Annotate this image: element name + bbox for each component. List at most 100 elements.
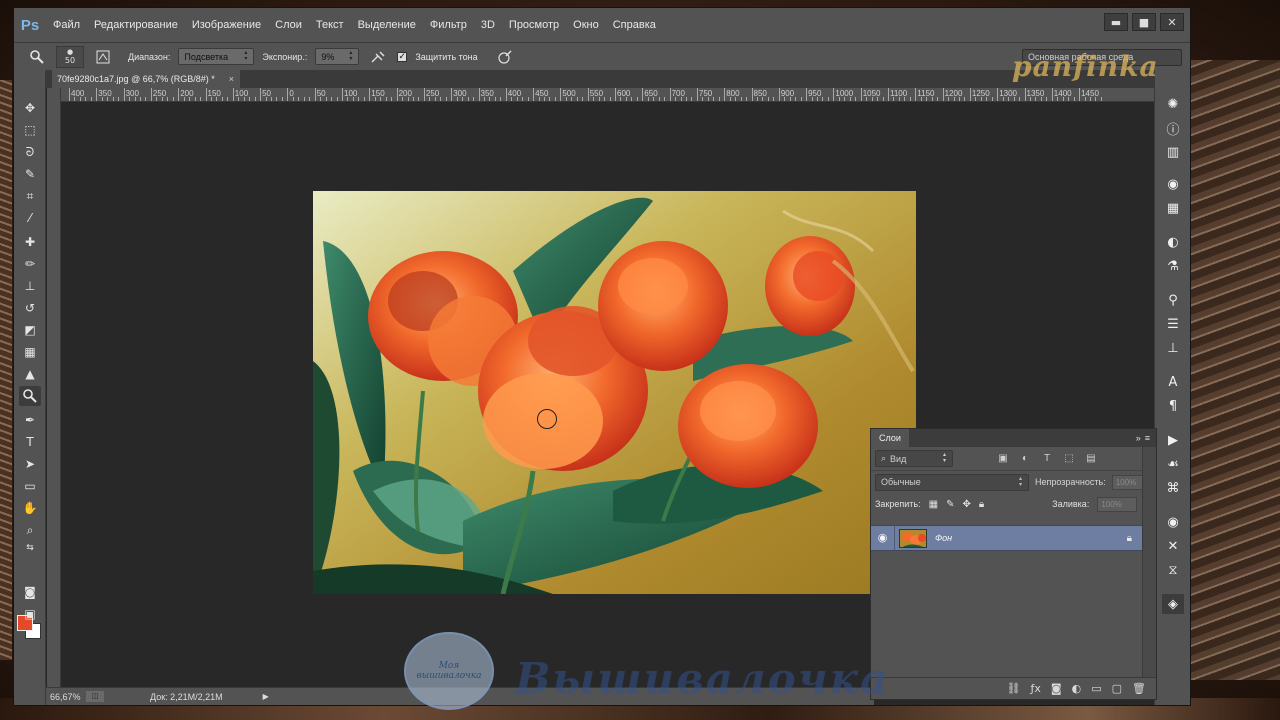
color-wheel-icon[interactable]: ✺ <box>1162 94 1184 114</box>
zoom-tool-icon[interactable]: ⌕ <box>19 520 41 540</box>
layers-panel-icon[interactable]: ◈ <box>1162 594 1184 614</box>
menu-layers[interactable]: Слои <box>268 8 309 42</box>
delete-layer-icon[interactable]: 🗑︎ <box>1132 682 1146 695</box>
smart-object-filter-icon[interactable]: ▤ <box>1085 453 1097 465</box>
visibility-eye-icon[interactable]: ◉ <box>871 526 895 550</box>
range-select[interactable]: Подсветка <box>178 48 255 65</box>
pixel-filter-icon[interactable]: ▣ <box>997 453 1009 465</box>
status-menu-arrow-icon[interactable]: ▶ <box>263 692 269 701</box>
collapse-panel-icon[interactable]: » <box>1136 433 1141 443</box>
menu-file[interactable]: Файл <box>46 8 87 42</box>
navigator-icon[interactable]: ◉ <box>1162 174 1184 194</box>
quick-selection-tool-icon[interactable]: ✎ <box>19 164 41 184</box>
menu-view[interactable]: Просмотр <box>502 8 566 42</box>
swatches-icon[interactable]: ▦ <box>1162 198 1184 218</box>
new-adjustment-layer-icon[interactable]: ◐ <box>1072 682 1082 695</box>
lock-position-icon[interactable]: ✥ <box>962 499 970 510</box>
gradient-tool-icon[interactable]: ▦ <box>19 342 41 362</box>
actions-icon[interactable]: ▶ <box>1162 430 1184 450</box>
properties-icon[interactable]: ✕ <box>1162 536 1184 556</box>
eyedropper-tool-icon[interactable]: ⁄ <box>19 208 41 228</box>
lock-transparent-icon[interactable]: ▦ <box>929 499 938 510</box>
protect-tones-checkbox[interactable]: ✓ <box>397 51 408 62</box>
brush-panel-toggle-icon[interactable] <box>92 47 114 67</box>
layer-name[interactable]: Фон <box>935 533 952 543</box>
clone-stamp-tool-icon[interactable]: ⊥ <box>19 276 41 296</box>
adjustment-filter-icon[interactable]: ◐ <box>1019 453 1031 465</box>
paths-icon[interactable]: ⌘ <box>1162 478 1184 498</box>
dodge-tool-icon[interactable] <box>19 386 41 406</box>
airbrush-icon[interactable] <box>367 47 389 67</box>
lasso-tool-icon[interactable]: ᘐ <box>19 142 41 162</box>
ruler-tick <box>336 97 338 101</box>
menu-edit[interactable]: Редактирование <box>87 8 185 42</box>
styles-icon[interactable]: ⚗ <box>1162 256 1184 276</box>
character-icon[interactable]: A <box>1162 372 1184 392</box>
menu-window[interactable]: Окно <box>566 8 606 42</box>
type-filter-icon[interactable]: T <box>1041 453 1053 465</box>
ruler-tick <box>391 97 393 101</box>
layer-row[interactable]: ◉ Фон 🔒︎ <box>871 525 1142 551</box>
close-button[interactable]: ✕ <box>1160 13 1184 31</box>
marquee-tool-icon[interactable]: ⬚ <box>19 120 41 140</box>
shape-filter-icon[interactable]: ⬚ <box>1063 453 1075 465</box>
panel-menu-icon[interactable]: ≡ <box>1145 433 1150 443</box>
histogram-icon[interactable]: ▥ <box>1162 142 1184 162</box>
swap-colors-icon[interactable]: ⇆ <box>19 538 41 558</box>
paragraph-icon[interactable]: ¶ <box>1162 396 1184 416</box>
zoom-level[interactable]: 66,67% <box>46 692 84 702</box>
layer-filter-select[interactable]: ⌕ Вид <box>875 450 953 467</box>
lock-pixels-icon[interactable]: ✎ <box>946 499 954 510</box>
menu-image[interactable]: Изображение <box>185 8 268 42</box>
ruler-tick <box>331 97 333 101</box>
brush-size-picker[interactable]: ● 50 <box>56 45 84 68</box>
tab-close-icon[interactable]: × <box>229 74 234 84</box>
dodge-tool-preset-icon[interactable] <box>26 47 48 67</box>
add-mask-icon[interactable]: ◙ <box>1051 682 1062 695</box>
proof-icon[interactable]: ◫ <box>86 691 104 702</box>
brush-tool-icon[interactable]: ✏ <box>19 254 41 274</box>
tab-layers[interactable]: Слои <box>871 429 909 447</box>
type-tool-icon[interactable]: T <box>19 432 41 452</box>
link-layers-icon[interactable]: ⛓ <box>1007 682 1021 695</box>
tool-presets-icon[interactable]: ☰ <box>1162 314 1184 334</box>
pressure-size-icon[interactable] <box>494 47 516 67</box>
eraser-tool-icon[interactable]: ◩ <box>19 320 41 340</box>
crop-tool-icon[interactable]: ⌗ <box>19 186 41 206</box>
channels-icon[interactable]: ◉ <box>1162 512 1184 532</box>
blend-mode-select[interactable]: Обычные <box>875 473 1029 491</box>
layers-scrollbar[interactable] <box>1142 447 1156 677</box>
path-selection-tool-icon[interactable]: ➤ <box>19 454 41 474</box>
new-layer-icon[interactable]: ▢ <box>1112 682 1122 695</box>
lock-all-icon[interactable]: 🔒︎ <box>979 499 984 510</box>
menu-help[interactable]: Справка <box>606 8 663 42</box>
history-brush-tool-icon[interactable]: ↺ <box>19 298 41 318</box>
quick-mask-icon[interactable]: ◙ <box>19 582 41 602</box>
rectangle-tool-icon[interactable]: ▭ <box>19 476 41 496</box>
hand-tool-icon[interactable]: ✋ <box>19 498 41 518</box>
menu-type[interactable]: Текст <box>309 8 351 42</box>
history-icon[interactable]: ☙ <box>1162 454 1184 474</box>
document-tab[interactable]: 70fe9280c1a7.jpg @ 66,7% (RGB/8#) * × <box>52 70 240 88</box>
artwork-image[interactable] <box>313 191 916 594</box>
move-tool-icon[interactable]: ✥ <box>19 98 41 118</box>
minimize-button[interactable]: ▬ <box>1104 13 1128 31</box>
clone-source-icon[interactable]: ⊥ <box>1162 338 1184 358</box>
menu-select[interactable]: Выделение <box>351 8 423 42</box>
brush-presets-icon[interactable]: ⚲ <box>1162 290 1184 310</box>
maximize-button[interactable]: ■ <box>1132 13 1156 31</box>
info-icon[interactable]: ⓘ <box>1162 118 1184 138</box>
layer-style-icon[interactable]: ƒx <box>1031 682 1041 695</box>
fill-field[interactable]: 100% <box>1097 496 1138 512</box>
adjustments-icon[interactable]: ◐ <box>1162 232 1184 252</box>
timeline-icon[interactable]: ⧖ <box>1162 560 1184 580</box>
exposure-select[interactable]: 9% <box>315 48 360 65</box>
pen-tool-icon[interactable]: ✒ <box>19 410 41 430</box>
blur-tool-icon[interactable]: ▲ <box>19 364 41 384</box>
healing-brush-tool-icon[interactable]: ✚ <box>19 232 41 252</box>
ruler-tick <box>735 97 737 101</box>
menu-filter[interactable]: Фильтр <box>423 8 474 42</box>
screen-mode-icon[interactable]: ▣ <box>19 604 41 624</box>
new-group-icon[interactable]: ▭ <box>1091 682 1101 695</box>
menu-3d[interactable]: 3D <box>474 8 502 42</box>
